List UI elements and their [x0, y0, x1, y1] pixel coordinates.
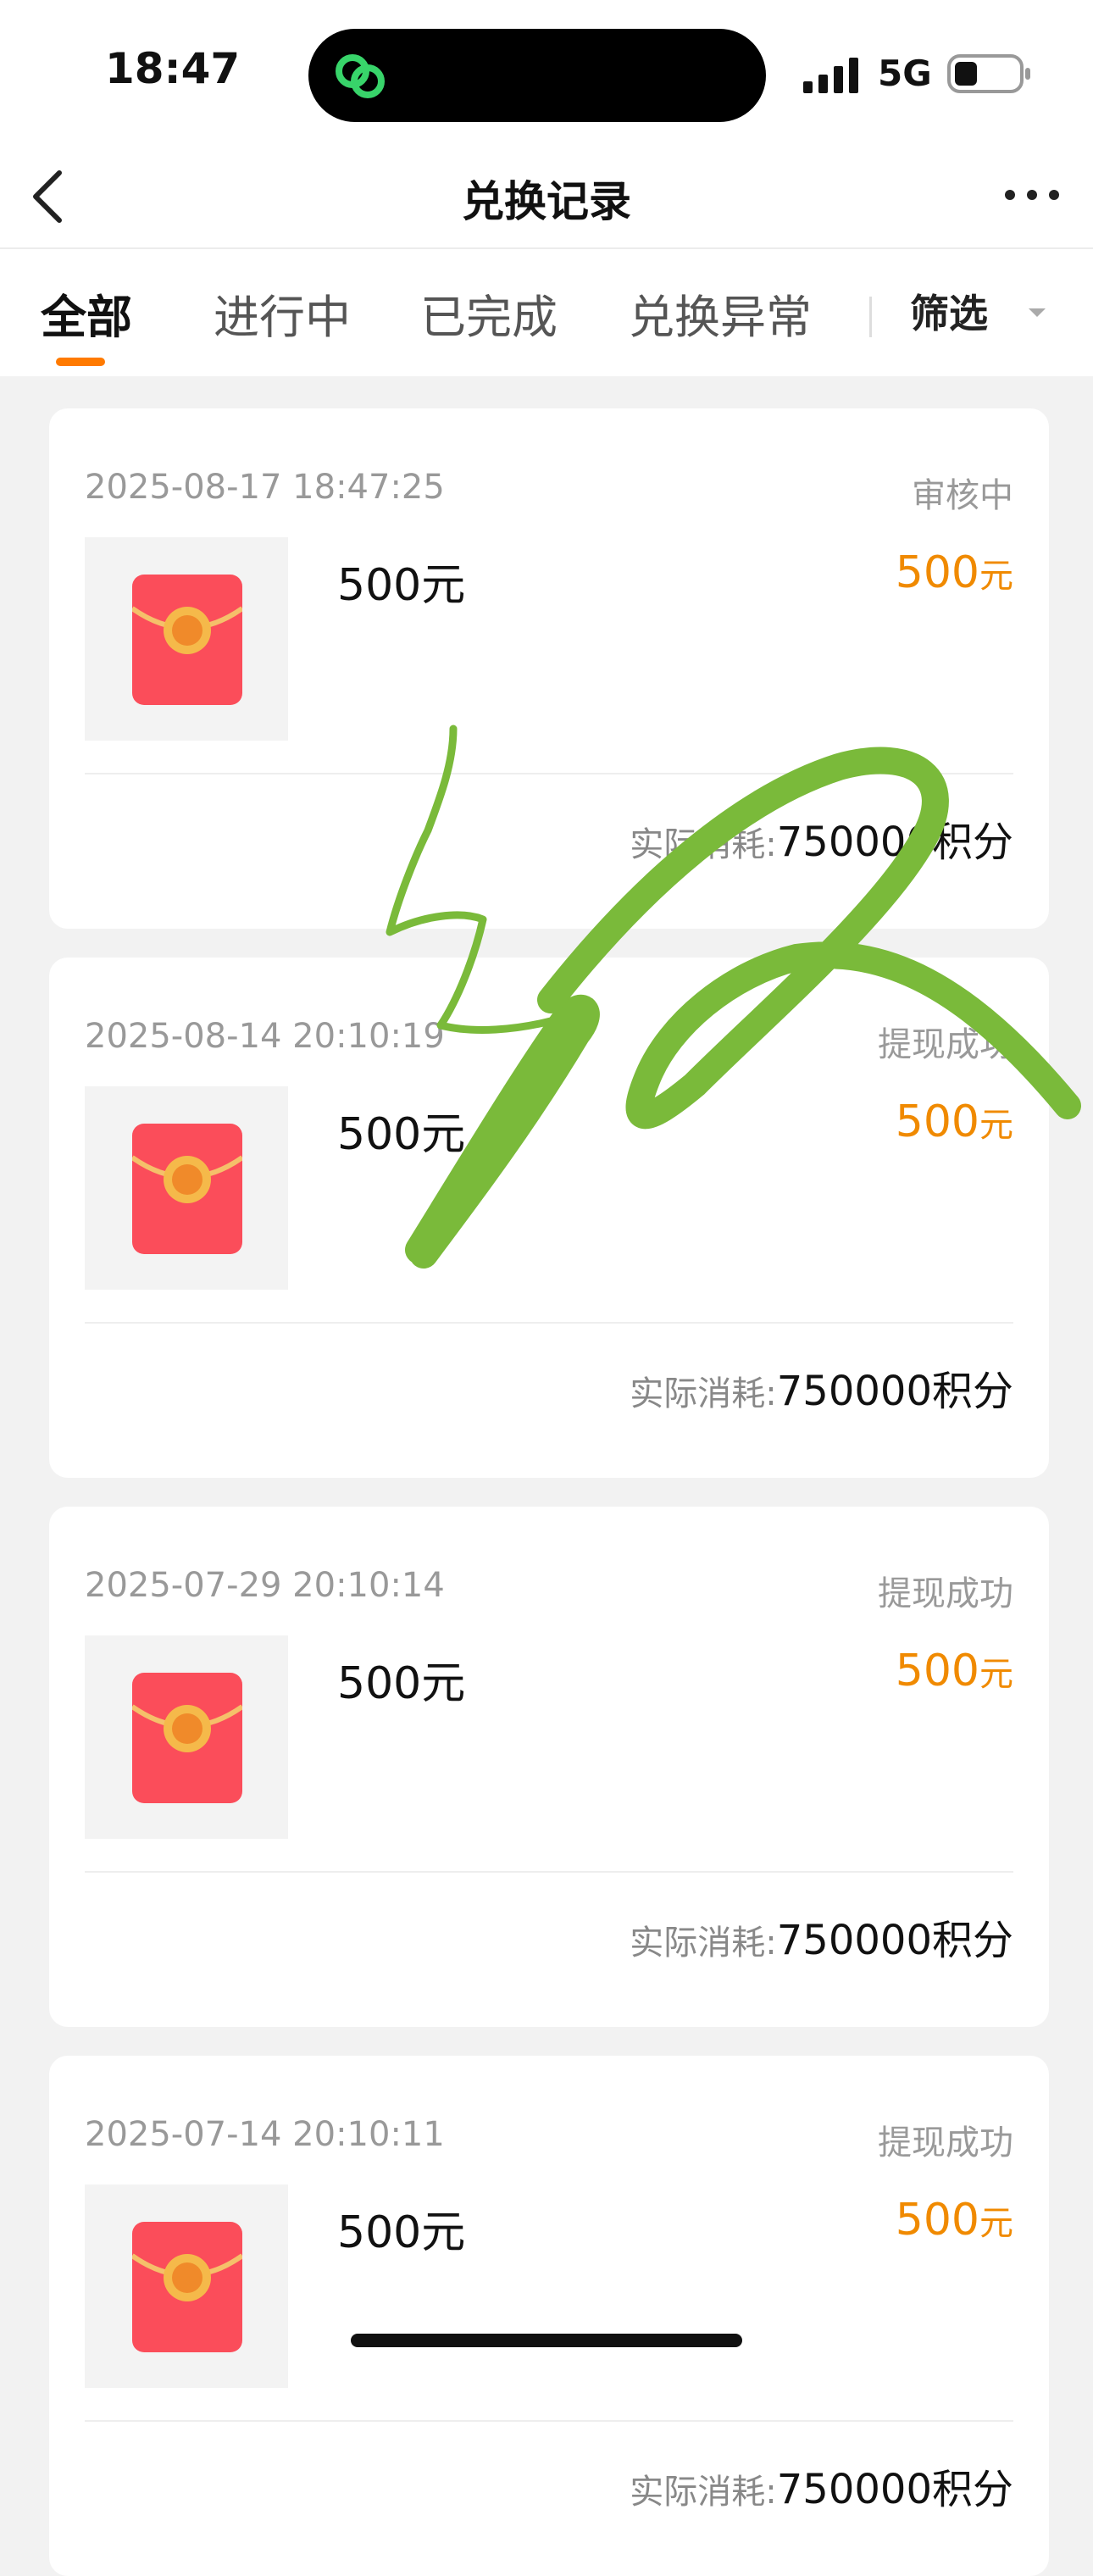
card-divider: [85, 773, 1013, 774]
record-cost: 实际消耗:750000积分: [630, 2456, 1013, 2515]
record-card[interactable]: 2025-07-14 20:10:11 提现成功 500元 500元 实际消耗:…: [49, 2056, 1049, 2576]
record-thumbnail: [85, 2185, 288, 2388]
battery-icon: [947, 54, 1030, 93]
status-bar: 18:47 5G: [0, 0, 1093, 144]
record-item-name: 500元: [337, 2207, 466, 2258]
tab-separator: [869, 297, 872, 337]
record-card[interactable]: 2025-08-17 18:47:25 审核中 500元 500元 实际消耗:7…: [49, 408, 1049, 929]
cost-label: 实际消耗:: [630, 1924, 777, 1963]
record-thumbnail: [85, 1635, 288, 1839]
record-card[interactable]: 2025-07-29 20:10:14 提现成功 500元 500元 实际消耗:…: [49, 1507, 1049, 2027]
tab-exception[interactable]: 兑换异常: [629, 280, 812, 347]
record-card[interactable]: 2025-08-14 20:10:19 提现成功 500元 500元 实际消耗:…: [49, 958, 1049, 1478]
cost-value: 750000积分: [776, 2466, 1013, 2513]
amount-value: 500: [895, 1646, 979, 1696]
tab-in-progress[interactable]: 进行中: [214, 280, 351, 347]
record-amount: 500元: [896, 2195, 1013, 2246]
page-title: 兑换记录: [462, 177, 631, 226]
record-item-name: 500元: [337, 1109, 466, 1160]
cost-value: 750000积分: [776, 1368, 1013, 1415]
cost-label: 实际消耗:: [630, 825, 777, 864]
cost-value: 750000积分: [776, 819, 1013, 866]
red-envelope-icon: [132, 575, 242, 705]
card-divider: [85, 1871, 1013, 1873]
amount-value: 500: [895, 1096, 979, 1147]
cost-value: 750000积分: [776, 1917, 1013, 1964]
red-envelope-icon: [132, 1124, 242, 1254]
record-amount: 500元: [896, 1096, 1013, 1147]
record-thumbnail: [85, 537, 288, 741]
card-divider: [85, 2420, 1013, 2422]
amount-value: 500: [895, 547, 979, 598]
record-item-name: 500元: [337, 560, 466, 611]
home-indicator: [351, 2334, 742, 2347]
amount-unit: 元: [979, 557, 1013, 596]
red-envelope-icon: [132, 2222, 242, 2352]
record-datetime: 2025-07-29 20:10:14: [85, 1566, 445, 1605]
tab-completed[interactable]: 已完成: [420, 280, 558, 347]
record-datetime: 2025-08-17 18:47:25: [85, 468, 445, 507]
record-cost: 实际消耗:750000积分: [630, 1907, 1013, 1966]
tab-all[interactable]: 全部: [41, 280, 132, 347]
amount-unit: 元: [979, 1655, 1013, 1694]
red-envelope-icon: [132, 1673, 242, 1803]
nav-bar: 兑换记录: [0, 144, 1093, 247]
amount-unit: 元: [979, 2204, 1013, 2243]
card-divider: [85, 1322, 1013, 1324]
cost-label: 实际消耗:: [630, 2473, 777, 2512]
filter-button[interactable]: 筛选: [910, 283, 988, 339]
filter-tabs: 全部 进行中 已完成 兑换异常 筛选: [0, 247, 1093, 376]
record-amount: 500元: [896, 1646, 1013, 1696]
cost-label: 实际消耗:: [630, 1374, 777, 1413]
caret-down-icon[interactable]: [1027, 305, 1047, 320]
record-status: 审核中: [912, 476, 1013, 515]
record-status: 提现成功: [878, 1025, 1013, 1064]
record-thumbnail: [85, 1086, 288, 1290]
more-dots-icon[interactable]: [998, 178, 1066, 212]
record-status: 提现成功: [878, 1574, 1013, 1613]
record-status: 提现成功: [878, 2124, 1013, 2162]
active-tab-indicator: [56, 358, 105, 366]
amount-value: 500: [895, 2195, 979, 2246]
record-cost: 实际消耗:750000积分: [630, 1357, 1013, 1417]
status-time: 18:47: [105, 44, 241, 93]
record-cost: 实际消耗:750000积分: [630, 808, 1013, 868]
record-item-name: 500元: [337, 1658, 466, 1709]
app-link-icon: [336, 54, 385, 98]
network-type: 5G: [878, 53, 932, 94]
amount-unit: 元: [979, 1106, 1013, 1145]
signal-icon: [803, 58, 858, 93]
record-amount: 500元: [896, 547, 1013, 598]
record-datetime: 2025-08-14 20:10:19: [85, 1017, 445, 1056]
record-datetime: 2025-07-14 20:10:11: [85, 2115, 445, 2154]
